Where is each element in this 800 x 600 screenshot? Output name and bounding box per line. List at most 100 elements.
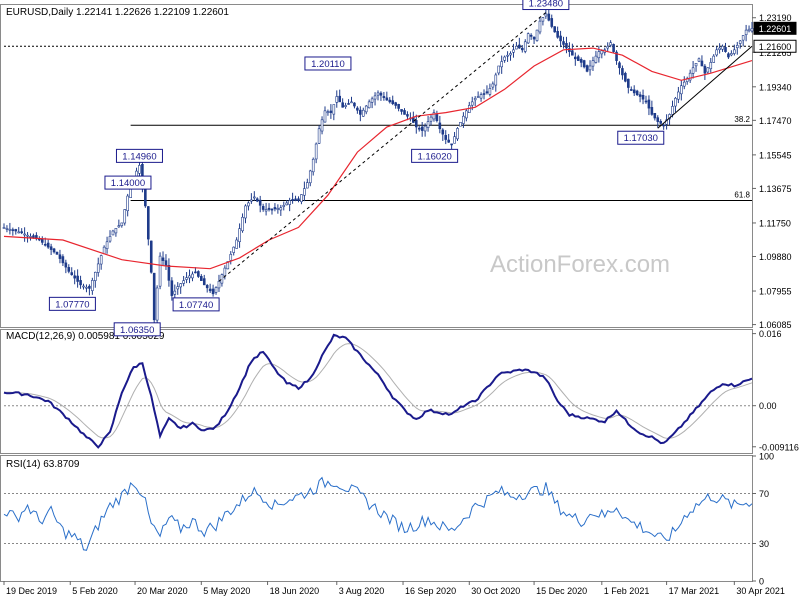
- candle-body: [191, 273, 194, 279]
- price-label: 1.20110: [311, 59, 345, 70]
- candle-body: [332, 104, 336, 115]
- candle-body: [238, 228, 241, 242]
- candle-body: [600, 50, 604, 55]
- candle-body: [255, 198, 259, 202]
- candle-body: [497, 65, 501, 74]
- price-label: 1.14000: [111, 178, 145, 189]
- candle-body: [450, 143, 453, 146]
- candle-body: [700, 60, 704, 67]
- candle-body: [93, 271, 97, 281]
- candle-body: [111, 230, 115, 236]
- macd-ytick-label: 0.00: [759, 401, 777, 411]
- candle-body: [117, 225, 121, 228]
- candle-body: [370, 98, 374, 103]
- candle-body: [152, 272, 156, 321]
- candle-body: [750, 28, 754, 32]
- candle-body: [494, 74, 498, 86]
- candle-body: [512, 49, 515, 53]
- candle-body: [397, 104, 400, 109]
- candle-body: [288, 200, 291, 205]
- candle-body: [126, 195, 129, 212]
- xtick-label: 15 Dec 2020: [536, 586, 587, 596]
- candle-body: [364, 105, 368, 113]
- watermark: ActionForex.com: [490, 251, 670, 278]
- candle-body: [276, 208, 280, 210]
- candle-body: [532, 36, 536, 40]
- candle-body: [541, 17, 545, 22]
- candle-body: [359, 109, 362, 115]
- candle-body: [5, 228, 9, 230]
- candle-body: [323, 110, 327, 123]
- candle-body: [361, 109, 365, 117]
- candle-body: [8, 228, 12, 231]
- candle-body: [488, 88, 492, 95]
- candle-body: [167, 264, 171, 281]
- main-ytick-label: 1.23190: [759, 13, 792, 23]
- candle-body: [261, 206, 265, 210]
- chart-canvas: EURUSD,Daily 1.22141 1.22626 1.22109 1.2…: [0, 0, 800, 600]
- ticker-title: EURUSD,Daily 1.22141 1.22626 1.22109 1.2…: [6, 7, 229, 18]
- main-ytick-label: 1.13675: [759, 184, 792, 194]
- candle-body: [267, 207, 271, 210]
- candle-body: [208, 288, 212, 292]
- candle-body: [229, 254, 233, 261]
- candle-body: [529, 34, 533, 37]
- candle-body: [718, 47, 721, 50]
- candle-body: [697, 58, 701, 62]
- candle-body: [550, 18, 554, 27]
- candle-body: [79, 280, 82, 286]
- candle-body: [715, 49, 718, 56]
- candle-body: [76, 275, 79, 282]
- candle-body: [376, 92, 380, 96]
- candle-body: [491, 83, 495, 88]
- price-label: 1.14960: [122, 151, 156, 162]
- candle-body: [682, 81, 686, 87]
- candle-body: [585, 65, 589, 72]
- candle-body: [241, 216, 244, 232]
- candle-body: [544, 13, 548, 17]
- candle-body: [356, 107, 359, 111]
- candle-body: [627, 78, 630, 88]
- candle-body: [258, 199, 262, 206]
- candle-body: [61, 256, 65, 264]
- macd-ytick-label: 0.016: [759, 329, 782, 339]
- candle-body: [556, 30, 559, 38]
- candle-body: [382, 96, 386, 98]
- candle-body: [385, 97, 389, 101]
- main-ytick-label: 1.07955: [759, 287, 792, 297]
- candle-body: [347, 103, 350, 105]
- candle-body: [2, 227, 6, 229]
- candle-body: [26, 234, 29, 237]
- candle-body: [680, 85, 683, 95]
- candle-body: [691, 67, 695, 74]
- candle-body: [638, 94, 642, 97]
- candle-body: [621, 68, 624, 76]
- candle-body: [609, 42, 612, 46]
- xtick-label: 19 Dec 2019: [6, 586, 57, 596]
- candle-body: [32, 235, 35, 238]
- candle-body: [738, 40, 742, 44]
- rsi-ytick-label: 100: [759, 452, 774, 462]
- candle-body: [67, 267, 71, 272]
- candle-body: [417, 127, 421, 130]
- rsi-title: RSI(14) 63.8709: [6, 459, 80, 470]
- candle-body: [606, 45, 610, 49]
- candle-body: [641, 95, 645, 100]
- xtick-label: 5 May 2020: [203, 586, 250, 596]
- candle-body: [503, 56, 506, 61]
- candle-body: [214, 287, 218, 293]
- candle-body: [164, 260, 168, 266]
- candle-body: [138, 165, 141, 174]
- candle-body: [279, 207, 283, 211]
- candle-body: [379, 92, 383, 96]
- candle-body: [223, 267, 227, 277]
- candle-body: [582, 60, 586, 68]
- candle-body: [588, 65, 592, 71]
- candle-body: [650, 107, 654, 115]
- candle-body: [724, 47, 727, 52]
- candle-body: [618, 62, 621, 69]
- candle-body: [205, 285, 209, 289]
- candle-body: [285, 202, 289, 206]
- candle-body: [88, 285, 91, 289]
- candle-body: [367, 101, 371, 109]
